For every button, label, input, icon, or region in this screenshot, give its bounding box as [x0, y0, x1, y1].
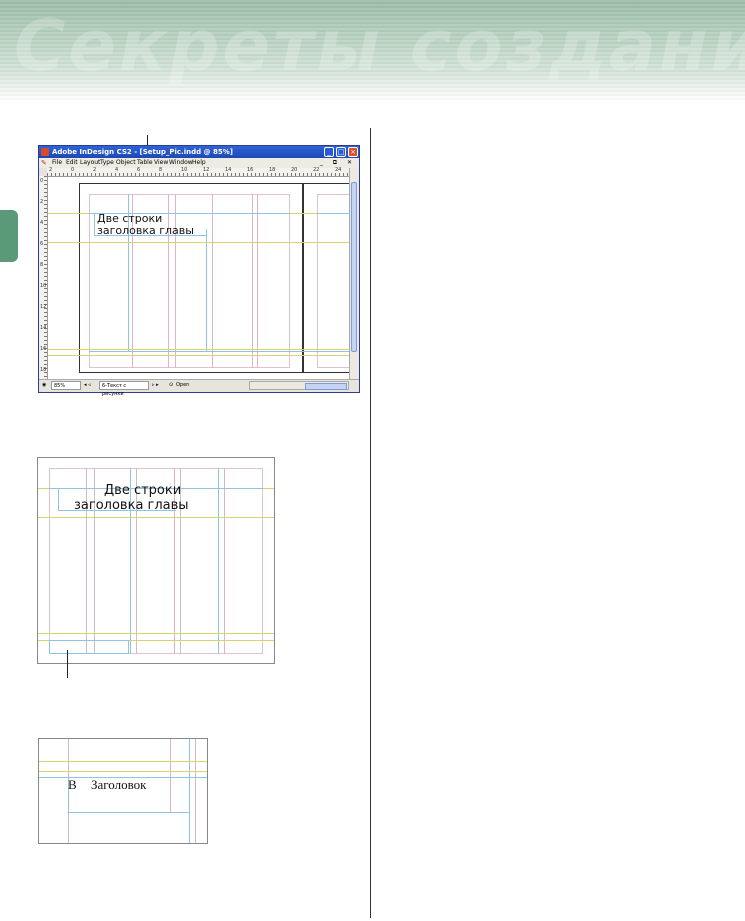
- ruler-tick: 12: [40, 304, 47, 310]
- header-banner: Секреты создания стил: [0, 0, 745, 100]
- ruler-tick: 16: [40, 346, 47, 352]
- ruler-tick: 10: [40, 283, 47, 289]
- ruler-tick: 8: [159, 167, 163, 173]
- ruler-tick: 14: [225, 167, 232, 173]
- page-nav-icon[interactable]: ◂ ◃: [84, 380, 91, 391]
- column-guide: [224, 468, 225, 654]
- figure-2-layout: Две строки заголовка главы: [37, 457, 275, 664]
- page-next-icon[interactable]: ▹ ▸: [152, 380, 159, 391]
- heading-text: Заголовок: [91, 777, 147, 792]
- scroll-thumb[interactable]: [351, 182, 357, 352]
- ruler-tick: 12: [203, 167, 210, 173]
- ruler-tick: 4: [40, 220, 44, 226]
- close-button[interactable]: ×: [348, 147, 358, 157]
- ruler-tick: 16: [247, 167, 254, 173]
- ruler-tick: 2: [93, 167, 97, 173]
- scroll-thumb[interactable]: [305, 383, 347, 390]
- vertical-scrollbar[interactable]: [349, 168, 359, 380]
- column-guide: [206, 229, 207, 351]
- vertical-ruler[interactable]: 0 2 4 6 8 10 12 14 16 18: [39, 176, 48, 380]
- document-state: Open: [176, 382, 190, 388]
- ruler-tick: 24: [335, 167, 342, 173]
- footer-frame: [49, 640, 129, 654]
- heading-line-1: Две строки: [104, 483, 182, 498]
- column-guide: [218, 468, 219, 654]
- menu-type[interactable]: Type: [100, 158, 114, 168]
- baseline-guide: [39, 771, 207, 772]
- heading-line-2: заголовка главы: [74, 498, 189, 513]
- ruler-tick: 10: [181, 167, 188, 173]
- ruler-tick: 6: [137, 167, 141, 173]
- baseline-guide: [48, 242, 350, 243]
- horizontal-scrollbar[interactable]: [249, 381, 349, 390]
- column-guide: [212, 194, 213, 368]
- banner-title: Секреты создания стил: [14, 5, 745, 87]
- baseline-guide: [38, 633, 274, 634]
- figure-3-layout: В Заголовок: [38, 738, 208, 844]
- ruler-tick: 6: [40, 241, 44, 247]
- menu-bar: ✎ File Edit Layout Type Object Table Vie…: [39, 158, 359, 168]
- column-guide: [252, 194, 253, 368]
- margin-guide: [317, 194, 350, 368]
- ruler-tick: 22: [313, 167, 320, 173]
- callout-line-2: [67, 650, 68, 678]
- document-canvas[interactable]: Две строки заголовка главы: [48, 177, 350, 380]
- baseline-guide: [48, 349, 350, 350]
- indesign-window: Adobe InDesign CS2 - [Setup_Pic.indd @ 8…: [38, 145, 360, 397]
- baseline-guide: [48, 355, 350, 356]
- window-title: Adobe InDesign CS2 - [Setup_Pic.indd @ 8…: [52, 148, 233, 156]
- window-titlebar: Adobe InDesign CS2 - [Setup_Pic.indd @ 8…: [39, 146, 359, 158]
- zoom-field[interactable]: 85%: [51, 381, 81, 390]
- baseline-guide: [38, 517, 274, 518]
- ruler-tick: 14: [40, 325, 47, 331]
- indesign-app-icon: [41, 148, 49, 156]
- ruler-tick: 18: [40, 367, 47, 373]
- ruler-tick: 0: [40, 178, 44, 184]
- menu-object[interactable]: Object: [116, 158, 136, 168]
- document-icon: ✎: [41, 159, 47, 167]
- column-divider: [370, 128, 371, 918]
- baseline-guide: [39, 761, 207, 762]
- column-guide: [257, 194, 258, 368]
- ruler-tick: 2: [40, 199, 44, 205]
- drop-cap-letter: В: [68, 777, 77, 792]
- heading-line-2: заголовка главы: [97, 224, 194, 237]
- ruler-tick: 8: [40, 262, 44, 268]
- column-guide: [195, 739, 196, 843]
- ruler-tick: 2: [49, 167, 53, 173]
- minimize-button[interactable]: _: [324, 147, 334, 157]
- chapter-tab: [0, 210, 18, 262]
- horizontal-ruler[interactable]: 2 0 2 4 6 8 10 12 14 16 18 20 22 24: [47, 167, 350, 177]
- screen-mode-icon[interactable]: ◉: [42, 380, 46, 391]
- maximize-button[interactable]: □: [336, 147, 346, 157]
- version-cue-icon: ⊙: [169, 382, 174, 388]
- column-guide: [317, 213, 350, 214]
- page-field[interactable]: 6-Текст с рисунки: [99, 381, 149, 397]
- ruler-tick: 18: [269, 167, 276, 173]
- status-bar: ◉ 85% ◂ ◃ 6-Текст с рисунки ▹ ▸ ⊙ Open: [39, 379, 359, 397]
- ruler-tick: 20: [291, 167, 298, 173]
- ruler-tick: 4: [115, 167, 119, 173]
- column-guide: [89, 351, 350, 352]
- menu-layout[interactable]: Layout: [80, 158, 100, 168]
- ruler-tick: 0: [71, 167, 75, 173]
- menu-file[interactable]: File: [52, 158, 62, 168]
